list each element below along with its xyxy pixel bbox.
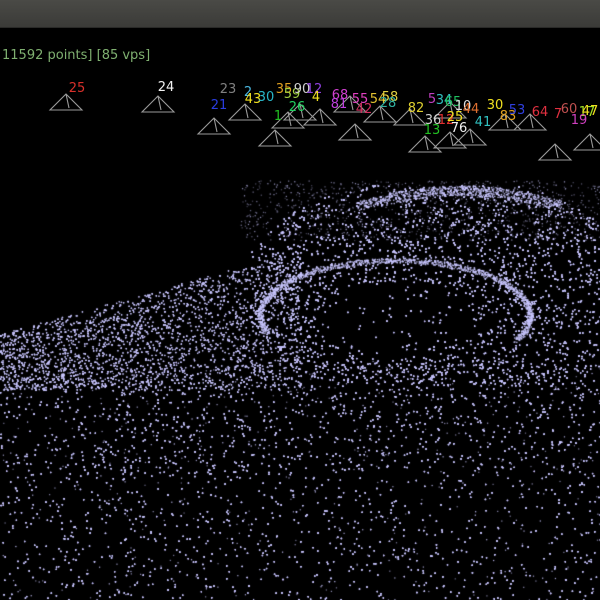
camera-label[interactable]: 81 [331,97,348,112]
camera-label[interactable]: 26 [289,100,306,115]
camera-frustum [196,117,232,135]
camera-frustum [337,123,373,141]
camera-label[interactable]: 28 [380,96,397,111]
camera-frustum [407,135,443,153]
camera-markers-layer: 25 24 2321243301355990124266881 5542545828 8… [48,80,600,161]
camera-label[interactable]: 64 [532,105,549,120]
camera-label[interactable]: 53 [509,103,526,118]
camera-label[interactable]: 30 [258,90,275,105]
camera-frustum [140,95,176,113]
camera-frustum [48,93,84,111]
camera-label[interactable]: 21 [211,98,228,113]
camera-label[interactable]: 41 [475,115,492,130]
camera-label[interactable]: 82 [408,101,425,116]
camera-frustum [537,143,573,161]
camera-frustum [572,133,600,151]
camera-label[interactable]: 23 [220,82,237,97]
camera-label[interactable]: 24 [158,80,175,95]
camera-label[interactable]: 76 [451,121,468,136]
status-readout: 11592 points] [85 vps] [2,48,151,63]
camera-label[interactable]: 47 [582,104,599,119]
camera-label[interactable]: 25 [69,81,86,96]
viewer-window: 25 24 23 21 2 43 30 1 35 59 90 12 4 26 68 81 55 42 54 58 28 8… [0,0,600,600]
camera-frustum [257,129,293,147]
camera-label[interactable]: 1 [274,109,282,124]
camera-label[interactable]: 4 [312,90,320,105]
